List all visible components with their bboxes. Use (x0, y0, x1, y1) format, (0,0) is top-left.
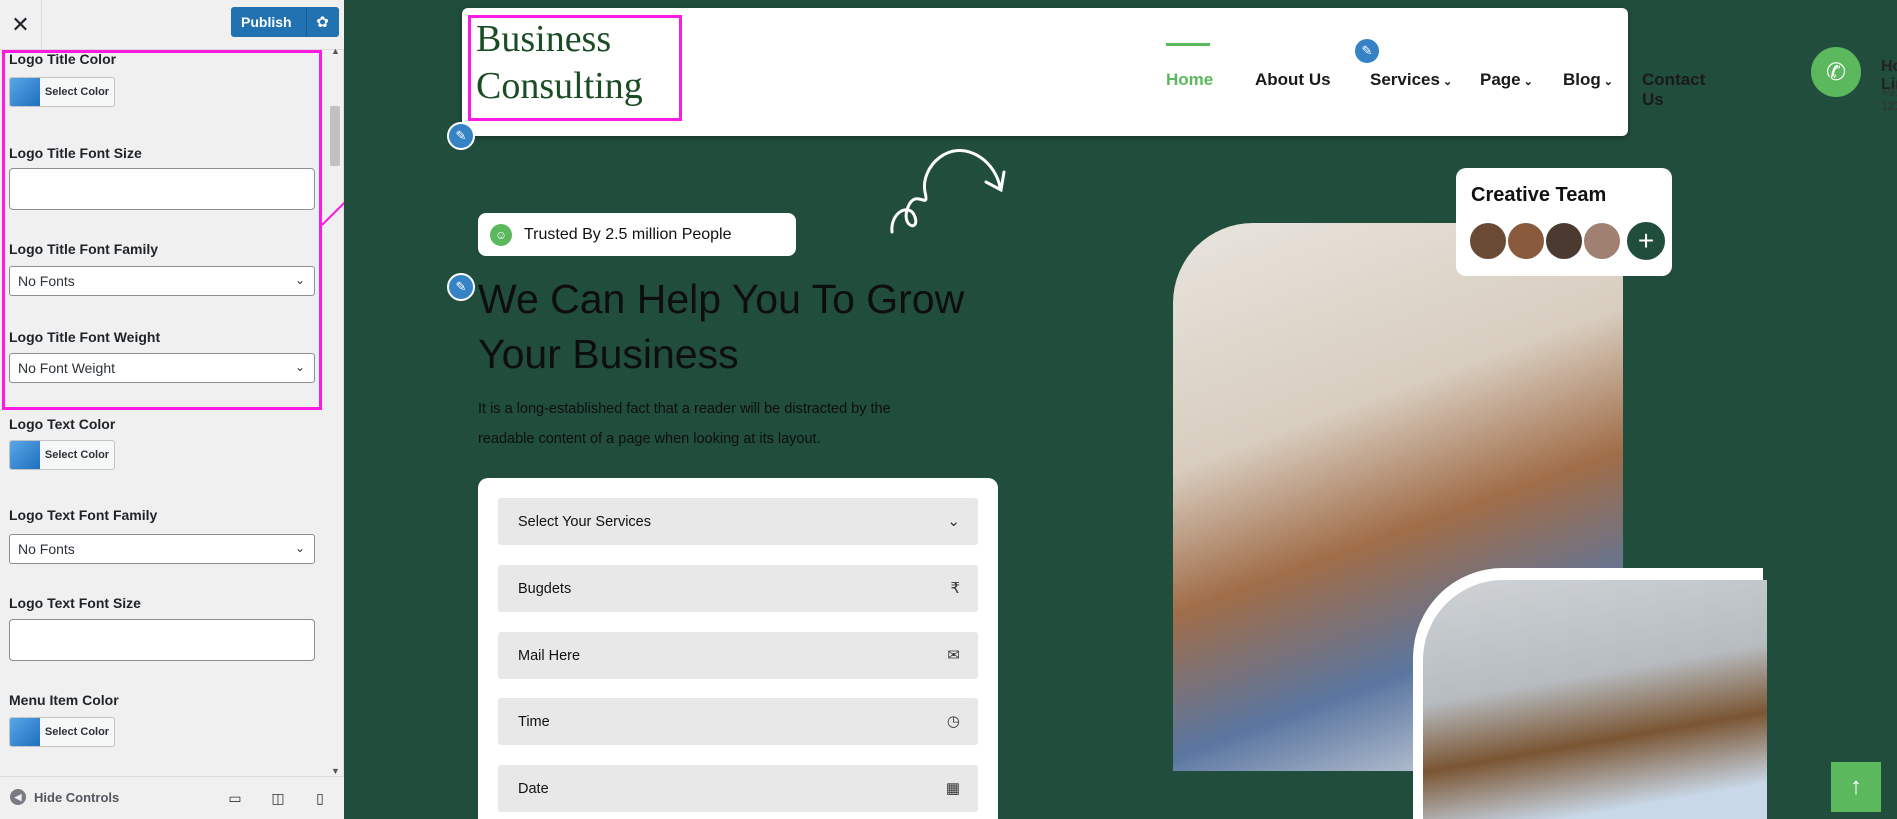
creative-team-card: Creative Team + (1456, 168, 1672, 276)
chevron-down-icon: ⌄ (1603, 76, 1613, 88)
menu-item-color-label: Menu Item Color (9, 692, 119, 708)
chevron-down-icon: ⌄ (1442, 76, 1453, 88)
focused-section-highlight (2, 50, 322, 410)
edit-pencil-icon[interactable]: ✎ (1353, 37, 1381, 65)
select-value: No Fonts (18, 541, 75, 557)
edit-pencil-icon[interactable]: ✎ (447, 273, 475, 301)
creative-team-title: Creative Team (1471, 184, 1607, 206)
edit-pencil-icon[interactable]: ✎ (447, 122, 475, 150)
site-header: Business Consulting Home About Us Servic… (462, 8, 1897, 136)
hero-title: We Can Help You To Grow Your Business (478, 276, 965, 377)
publish-label[interactable]: Publish (231, 7, 307, 37)
add-team-member-icon[interactable]: + (1625, 220, 1667, 262)
sidebar-scrollbar[interactable]: ▲ ▼ (329, 46, 341, 776)
nav-home[interactable]: Home (1166, 70, 1213, 90)
logo-text-color-button[interactable]: Select Color (9, 440, 115, 470)
collapse-icon: ◀ (10, 789, 26, 805)
services-select[interactable]: Select Your Services ⌄ (498, 498, 978, 545)
site-logo[interactable]: Business Consulting (476, 16, 676, 110)
smile-icon: ☺ (490, 223, 512, 246)
mobile-preview-icon[interactable]: ▯ (309, 787, 331, 809)
scroll-down-icon[interactable]: ▼ (331, 766, 340, 776)
time-field-label: Time (518, 713, 550, 730)
nav-page[interactable]: Page ⌄ (1480, 70, 1533, 90)
menu-item-color-button[interactable]: Select Color (9, 717, 115, 747)
logo-text-font-size-label: Logo Text Font Size (9, 595, 141, 611)
chevron-down-icon: ⌄ (947, 513, 960, 530)
logo-line-2: Consulting (476, 65, 643, 107)
chevron-down-icon: ⌄ (294, 541, 305, 555)
mail-field[interactable]: Mail Here ✉ (498, 632, 978, 679)
team-photo-secondary (1423, 580, 1767, 819)
date-field-label: Date (518, 780, 549, 797)
desktop-preview-icon[interactable]: ▭ (224, 787, 246, 809)
trusted-text: Trusted By 2.5 million People (524, 225, 732, 243)
time-field[interactable]: Time ◷ (498, 698, 978, 745)
tablet-preview-icon[interactable]: ◫ (267, 787, 289, 809)
logo-text-font-size-input[interactable] (9, 619, 315, 661)
trusted-badge: ☺ Trusted By 2.5 million People (478, 213, 796, 256)
clock-icon: ◷ (946, 713, 960, 730)
nav-services[interactable]: Services ⌄ (1370, 70, 1452, 90)
avatar (1544, 221, 1584, 261)
nav-blog[interactable]: Blog ⌄ (1563, 70, 1613, 90)
select-color-text: Select Color (44, 449, 110, 461)
budgets-field[interactable]: Bugdets ₹ (498, 565, 978, 612)
mail-field-label: Mail Here (518, 647, 581, 664)
avatar (1506, 221, 1546, 261)
chevron-down-icon: ⌄ (1523, 76, 1533, 88)
color-swatch (10, 718, 40, 746)
logo-text-color-label: Logo Text Color (9, 416, 116, 432)
logo-text-font-family-select[interactable]: No Fonts ⌄ (9, 534, 315, 564)
nav-contact-us[interactable]: Contact Us (1642, 70, 1705, 110)
inquiry-form: Select Your Services ⌄ Bugdets ₹ Mail He… (478, 478, 998, 819)
rupee-icon: ₹ (950, 580, 960, 597)
nav-page-label: Page (1480, 70, 1521, 89)
publish-button[interactable]: Publish ✿ (231, 7, 339, 37)
scroll-up-icon[interactable]: ▲ (331, 46, 340, 56)
nav-services-label: Services (1370, 70, 1440, 89)
scroll-to-top-button[interactable]: ↑ (1831, 762, 1881, 812)
avatar (1582, 221, 1622, 261)
envelope-icon: ✉ (947, 647, 960, 664)
budgets-field-label: Bugdets (518, 580, 572, 597)
select-color-text: Select Color (44, 726, 110, 738)
customizer-sidebar: ✕ Publish ✿ Logo Title Color Select Colo… (0, 0, 344, 819)
color-swatch (10, 441, 40, 469)
hide-controls-button[interactable]: ◀ Hide Controls (10, 789, 119, 805)
hero-description: It is a long-established fact that a rea… (478, 401, 891, 447)
logo-text-font-family-label: Logo Text Font Family (9, 507, 158, 523)
customizer-footer: ◀ Hide Controls ▭ ◫ ▯ (0, 776, 344, 819)
close-icon[interactable]: ✕ (0, 0, 42, 50)
scrollbar-thumb[interactable] (330, 106, 340, 166)
phone-icon[interactable]: ✆ (1811, 47, 1861, 97)
site-preview: Business Consulting Home About Us Servic… (344, 0, 1897, 819)
nav-blog-label: Blog (1563, 70, 1601, 89)
logo-line-1: Business (476, 18, 612, 60)
date-field[interactable]: Date ▦ (498, 765, 978, 812)
gear-icon[interactable]: ✿ (306, 7, 339, 37)
nav-about-us[interactable]: About Us (1255, 70, 1331, 90)
customizer-header: ✕ Publish ✿ (0, 0, 344, 50)
hotline-number[interactable]: +91 1234567890 (1881, 85, 1897, 113)
active-nav-indicator (1166, 43, 1210, 46)
hide-controls-label: Hide Controls (34, 789, 120, 805)
arrow-doodle-icon (890, 149, 1006, 234)
avatar (1468, 221, 1508, 261)
calendar-icon: ▦ (945, 780, 960, 797)
services-select-label: Select Your Services (518, 513, 651, 530)
